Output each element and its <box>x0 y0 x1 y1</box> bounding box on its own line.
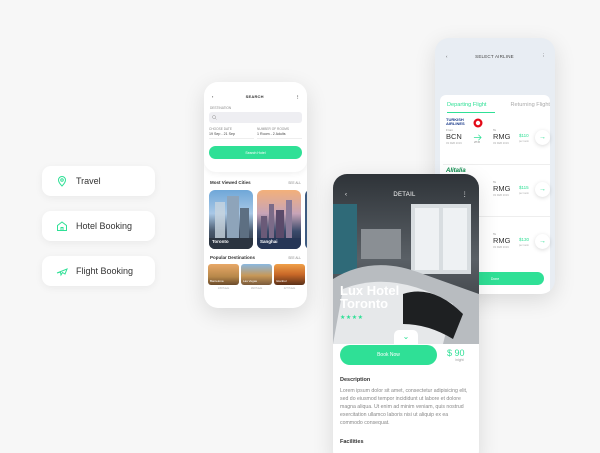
flight-duration: 2H45 <box>474 141 480 144</box>
city-label: Sanghai <box>260 239 278 244</box>
price: $ 90 <box>447 348 465 358</box>
rooms-label: NUMBER OF ROOMS <box>257 127 290 131</box>
to-code: RMG <box>493 236 511 245</box>
city-card-sanghai[interactable]: Sanghai <box>257 190 301 249</box>
arrow-right-icon[interactable]: → <box>535 130 550 145</box>
popular-title: Popular Destinations <box>210 255 256 260</box>
destination-sub: 182 Hotels <box>250 287 263 290</box>
destination-name: Barcelona <box>210 279 224 283</box>
hotel-detail-screen: ‹ DETAIL ⋮ Lux Hotel Toronto ★★★★ ⌄ Book… <box>333 174 479 453</box>
rooms-value: 1 Room - 2 Adults <box>257 132 286 136</box>
hotel-hero-image: ‹ DETAIL ⋮ Lux Hotel Toronto ★★★★ <box>333 174 479 344</box>
city-label: Toronto <box>212 239 229 244</box>
category-label: Hotel Booking <box>76 221 133 231</box>
search-panel: ‹ SEARCH ⋮ DESTINATION CHOOSE DATE 19 Se… <box>204 82 307 172</box>
to-date: 03 FEB 2019 <box>493 142 509 145</box>
flight-row[interactable]: TURKISH AIRLINES From To BCN 2H45 RMG 03… <box>443 115 550 165</box>
destination-image: Istanbul <box>274 264 305 285</box>
city-card[interactable] <box>305 190 307 249</box>
star-rating: ★★★★ <box>340 315 364 321</box>
page-title: SELECT AIRLINE <box>475 53 514 59</box>
destination-name: Las Vegas <box>243 279 258 283</box>
facilities-title: Facilities <box>340 439 364 445</box>
price-per: per room <box>519 192 530 195</box>
category-flight-booking[interactable]: Flight Booking <box>42 256 155 286</box>
back-icon[interactable]: ‹ <box>212 94 214 99</box>
destination-input[interactable] <box>209 112 302 123</box>
flight-price: $115 <box>519 185 529 190</box>
destination-sub: 227 Hotels <box>283 287 296 290</box>
arrow-right-icon[interactable]: → <box>535 182 550 197</box>
popular-item[interactable]: Las Vegas 182 Hotels <box>241 264 272 290</box>
arrow-right-icon[interactable]: → <box>535 234 550 249</box>
popular-item[interactable]: Istanbul 227 Hotels <box>274 264 305 290</box>
to-date: 03 FEB 2019 <box>493 194 509 197</box>
city-card-toronto[interactable]: Toronto <box>209 190 253 249</box>
detail-body: Book Now $ 90 /night Description Lorem i… <box>333 344 479 453</box>
more-icon[interactable]: ⋮ <box>462 191 468 198</box>
hotel-name: Lux Hotel Toronto <box>340 283 400 311</box>
destination-image: Las Vegas <box>241 264 272 285</box>
search-screen: ‹ SEARCH ⋮ DESTINATION CHOOSE DATE 19 Se… <box>204 82 307 308</box>
more-icon[interactable]: ⋮ <box>541 53 546 59</box>
to-code: RMG <box>493 132 511 141</box>
to-code: RMG <box>493 184 511 193</box>
to-date: 03 FEB 2019 <box>493 246 509 249</box>
price-per: per room <box>519 140 530 143</box>
search-icon <box>212 115 217 120</box>
flight-price: $110 <box>519 133 529 138</box>
airline-name: Alitalia <box>446 168 466 174</box>
search-hotel-button[interactable]: Search Hotel <box>209 146 302 159</box>
destination-image: Barcelona <box>208 264 239 285</box>
turkish-airlines-logo-icon <box>473 118 483 128</box>
tab-returning[interactable]: Returning Flight <box>511 102 551 113</box>
back-icon[interactable]: ‹ <box>345 192 347 198</box>
flight-price: $130 <box>519 237 530 242</box>
page-title: DETAIL <box>393 191 416 198</box>
map-pin-icon <box>57 176 67 187</box>
book-now-button[interactable]: Book Now <box>340 345 437 365</box>
from-date: 03 FEB 2019 <box>446 142 462 145</box>
category-travel[interactable]: Travel <box>42 166 155 196</box>
category-label: Travel <box>76 176 101 186</box>
airline-name: TURKISH AIRLINES <box>446 117 465 126</box>
date-label: CHOOSE DATE <box>209 127 232 131</box>
from-code: BCN <box>446 132 462 141</box>
destination-sub: 145 Hotels <box>217 287 230 290</box>
more-icon[interactable]: ⋮ <box>296 94 300 99</box>
tab-departing[interactable]: Departing Flight <box>447 102 495 113</box>
date-value: 19 Sep - 21 Sep <box>209 132 235 136</box>
destination-label: DESTINATION <box>210 106 232 110</box>
home-icon <box>57 221 67 231</box>
back-icon[interactable]: ‹ <box>446 54 448 59</box>
price-per: per room <box>519 244 530 247</box>
description-title: Description <box>340 377 371 383</box>
page-title: SEARCH <box>245 94 264 99</box>
see-all-link[interactable]: SEE ALL <box>288 181 301 185</box>
popular-item[interactable]: Barcelona 145 Hotels <box>208 264 239 290</box>
most-viewed-title: Most Viewed Cities <box>210 180 251 185</box>
price-per-night: /night <box>455 358 464 362</box>
date-field[interactable]: CHOOSE DATE 19 Sep - 21 Sep <box>209 127 254 139</box>
description-text: Lorem ipsum dolor sit amet, consectetur … <box>340 388 468 426</box>
airplane-icon <box>56 268 68 277</box>
see-all-link[interactable]: SEE ALL <box>288 256 301 260</box>
rooms-field[interactable]: NUMBER OF ROOMS 1 Room - 2 Adults <box>257 127 302 139</box>
destination-name: Istanbul <box>276 279 287 283</box>
category-label: Flight Booking <box>76 266 134 276</box>
category-hotel-booking[interactable]: Hotel Booking <box>42 211 155 241</box>
